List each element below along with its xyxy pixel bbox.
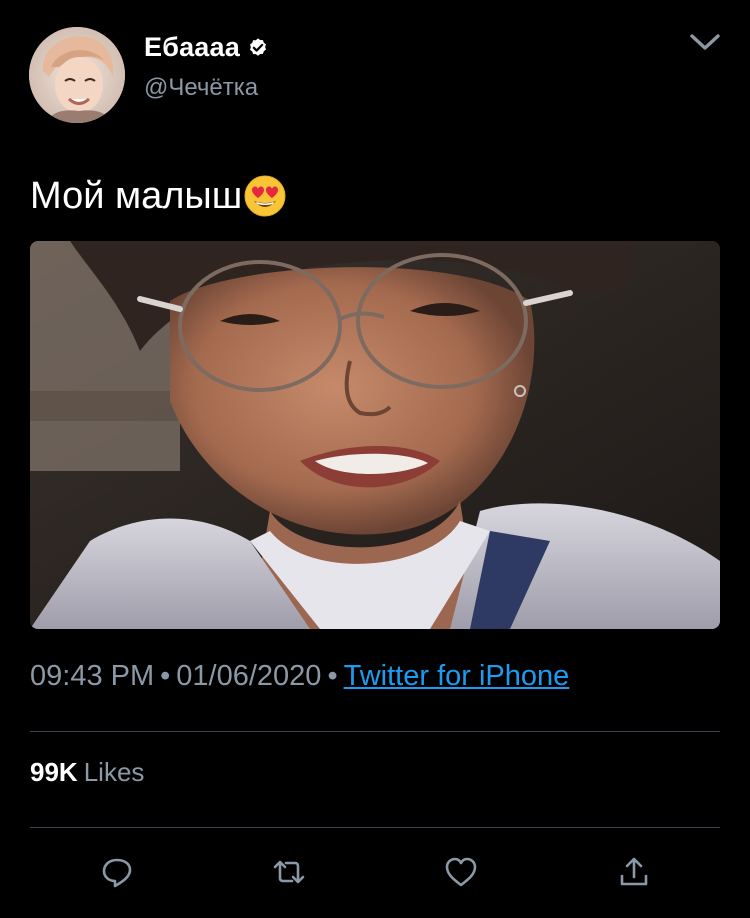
tweet-text-content: Мой малыш [30,174,243,217]
verified-badge-icon [249,37,266,56]
divider [30,731,720,732]
meta-separator: • [160,660,171,692]
share-button[interactable] [614,852,654,892]
display-name[interactable]: Ебаааа [144,32,240,63]
reply-icon [102,858,132,888]
tweet-photo[interactable] [30,241,720,629]
avatar[interactable] [29,27,125,123]
display-name-row: Ебаааа [144,32,269,63]
avatar-image [29,27,125,123]
tweet-source-link[interactable]: Twitter for iPhone [344,660,570,692]
tweet-meta: 09:43 PM • 01/06/2020 • Twitter for iPhone [30,660,569,693]
retweet-icon [273,860,305,884]
meta-separator: • [327,660,338,692]
chevron-down-icon[interactable] [688,30,722,54]
retweet-button[interactable] [269,852,309,892]
like-button[interactable] [441,852,481,892]
heart-eyes-emoji-icon [244,175,286,217]
photo-image [30,241,720,629]
reply-button[interactable] [97,852,137,892]
tweet-date: 01/06/2020 [176,660,322,692]
like-icon [445,857,477,887]
tweet-text: Мой малыш [30,174,287,218]
likes-label: Likes [83,757,145,787]
user-handle[interactable]: @Чечётка [144,74,258,102]
tweet-time: 09:43 PM [30,660,155,692]
divider [30,827,720,828]
likes-stat[interactable]: 99K Likes [30,757,144,788]
share-icon [620,857,648,886]
tweet-detail: Ебаааа @Чечётка Мой малыш 09:43 PM • 01/… [0,0,750,918]
likes-count: 99K [30,757,78,787]
